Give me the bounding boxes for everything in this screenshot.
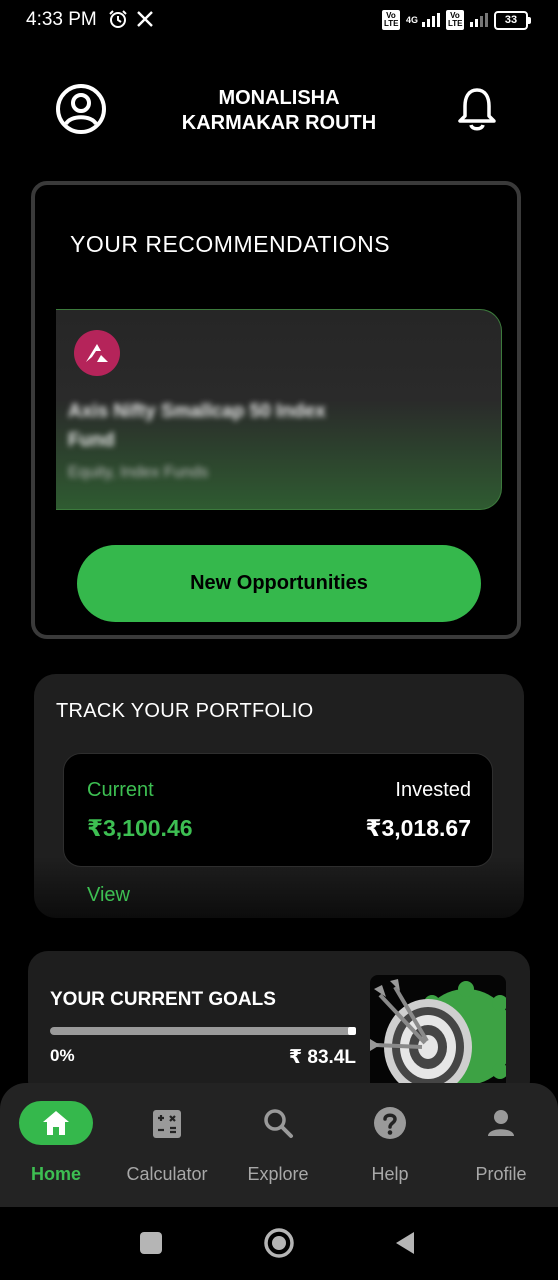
- goals-target-amount: ₹ 83.4L: [288, 1047, 356, 1068]
- user-name-line2: KARMAKAR ROUTH: [181, 112, 377, 134]
- volte-icon: Vo LTE: [381, 10, 400, 30]
- nav-help-button[interactable]: [373, 1106, 407, 1145]
- nav-calculator-label[interactable]: Calculator: [112, 1164, 222, 1185]
- nav-home-button[interactable]: [19, 1101, 93, 1145]
- help-icon: [374, 1107, 406, 1139]
- home-system-icon[interactable]: [263, 1227, 295, 1259]
- nav-profile-label[interactable]: Profile: [446, 1164, 556, 1185]
- bottom-navigation: [0, 1083, 558, 1207]
- calculator-icon: [153, 1110, 181, 1138]
- alarm-icon: [109, 10, 127, 28]
- portfolio-summary[interactable]: [63, 753, 493, 867]
- goals-title: YOUR CURRENT GOALS: [50, 989, 276, 1010]
- status-time: 4:33 PM: [26, 9, 97, 30]
- invested-label: Invested: [395, 779, 471, 801]
- fund-logo-icon: [74, 330, 120, 376]
- current-label: Current: [87, 779, 154, 801]
- person-icon: [488, 1110, 514, 1136]
- current-value: ₹3,100.46: [87, 815, 193, 841]
- nav-explore-button[interactable]: [262, 1107, 294, 1144]
- invested-value: ₹3,018.67: [365, 815, 471, 841]
- signal-icon-2: [470, 13, 488, 27]
- goals-progress-percent: 0%: [50, 1046, 75, 1065]
- recents-icon[interactable]: [140, 1232, 162, 1254]
- user-name-line1: MONALISHA: [218, 87, 340, 109]
- recommendations-title: YOUR RECOMMENDATIONS: [70, 231, 391, 257]
- status-notification-icons: [108, 9, 154, 29]
- user-name: MONALISHA KARMAKAR ROUTH: [150, 86, 408, 136]
- x-app-icon: [137, 11, 153, 27]
- home-icon: [43, 1111, 69, 1135]
- back-icon[interactable]: [394, 1230, 416, 1261]
- notification-bell-icon[interactable]: [456, 86, 498, 132]
- fund-name: Axis Nifty Smallcap 50 Index Fund: [68, 401, 326, 451]
- fund-category: Equity, Index Funds: [68, 464, 209, 481]
- nav-profile-button[interactable]: [486, 1108, 516, 1143]
- network-type: 4G: [405, 14, 418, 25]
- new-opportunities-button[interactable]: New Opportunities: [77, 545, 481, 622]
- nav-home-label[interactable]: Home: [1, 1164, 111, 1185]
- battery-icon: 33: [494, 10, 531, 30]
- portfolio-title: TRACK YOUR PORTFOLIO: [56, 700, 314, 722]
- view-portfolio-link[interactable]: View: [87, 884, 130, 907]
- account-icon[interactable]: [55, 83, 107, 135]
- volte-icon-2: Vo LTE: [446, 10, 464, 30]
- nav-help-label[interactable]: Help: [335, 1164, 445, 1185]
- target-dartboard-icon: [370, 975, 506, 1095]
- nav-explore-label[interactable]: Explore: [223, 1164, 333, 1185]
- goals-progress-end-marker: [348, 1027, 356, 1035]
- goals-progress-bar: [50, 1027, 355, 1035]
- search-icon: [264, 1109, 293, 1138]
- signal-icon: [422, 13, 440, 27]
- nav-calculator-button[interactable]: [151, 1108, 183, 1145]
- status-system-icons: Vo LTE 4G Vo LTE 33: [381, 10, 531, 30]
